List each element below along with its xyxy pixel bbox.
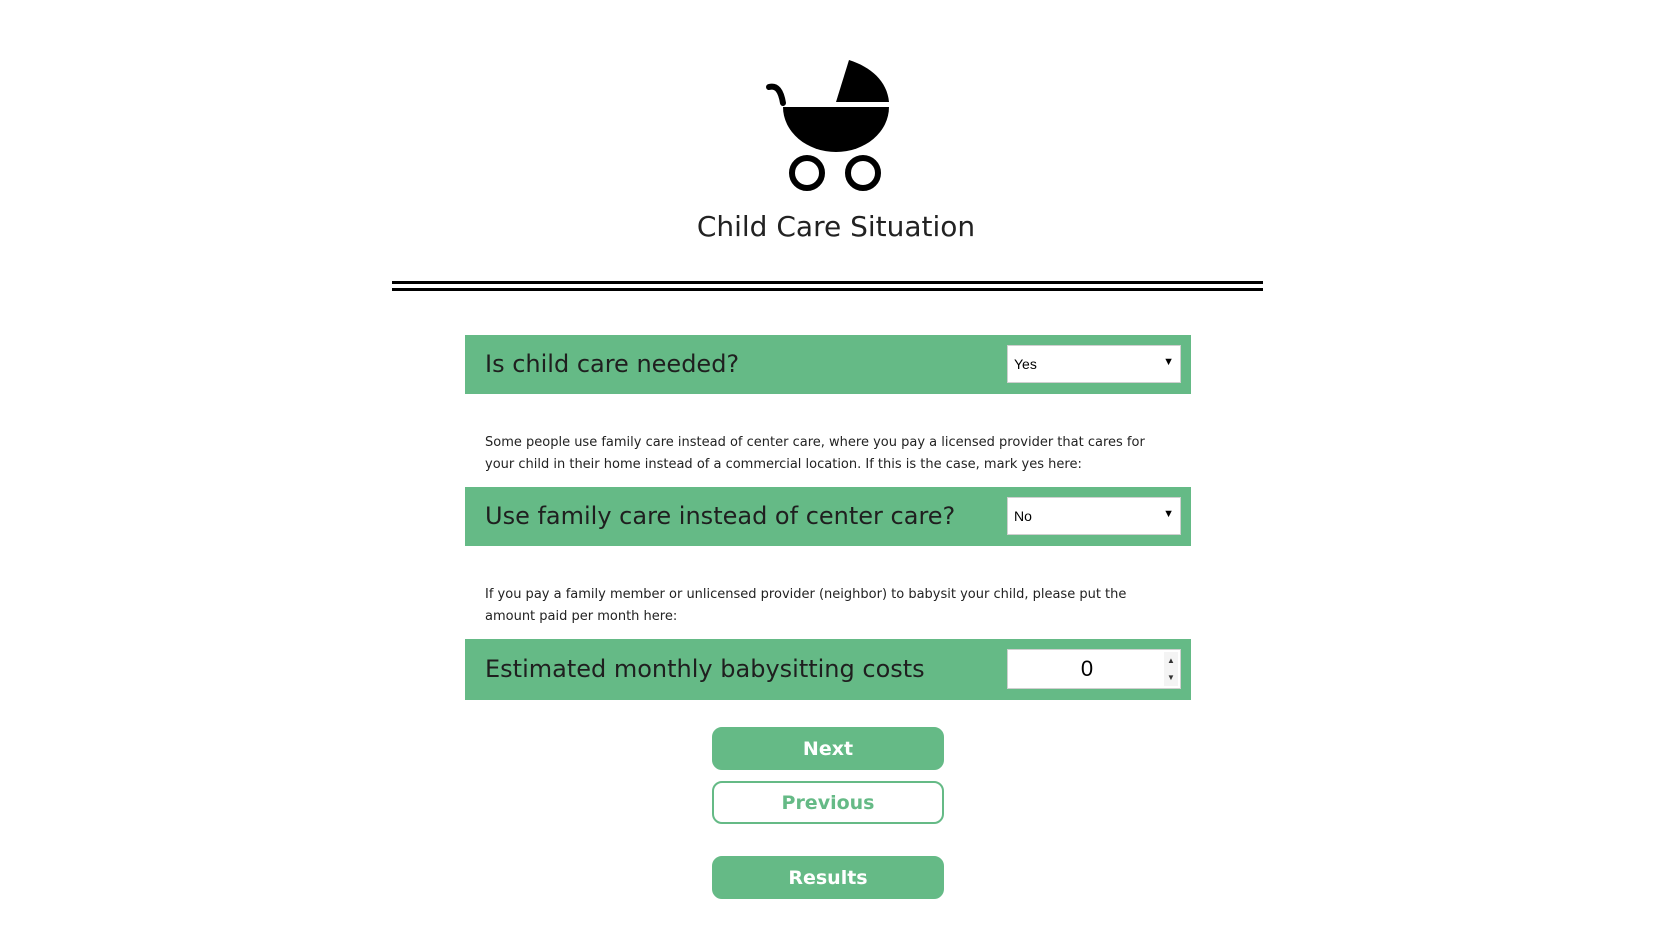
question-family-care: Use family care instead of center care? … bbox=[465, 487, 1191, 546]
section-divider bbox=[392, 281, 1263, 291]
question-babysitting-costs: Estimated monthly babysitting costs 0 ▲ … bbox=[465, 639, 1191, 700]
question-label: Is child care needed? bbox=[485, 350, 740, 378]
question-child-care-needed: Is child care needed? Yes ▼ bbox=[465, 335, 1191, 394]
spin-up-icon[interactable]: ▲ bbox=[1164, 652, 1178, 669]
question-label: Estimated monthly babysitting costs bbox=[485, 655, 925, 683]
previous-button[interactable]: Previous bbox=[712, 781, 944, 824]
babysitting-costs-input[interactable]: 0 ▲ ▼ bbox=[1007, 649, 1181, 689]
select-value: No bbox=[1014, 508, 1032, 524]
baby-stroller-icon bbox=[766, 60, 889, 191]
input-value: 0 bbox=[1080, 656, 1094, 681]
chevron-down-icon: ▼ bbox=[1163, 356, 1174, 368]
family-care-select[interactable]: No ▼ bbox=[1007, 497, 1181, 535]
select-value: Yes bbox=[1014, 356, 1037, 372]
number-spinner: ▲ ▼ bbox=[1164, 652, 1178, 686]
child-care-needed-select[interactable]: Yes ▼ bbox=[1007, 345, 1181, 383]
page-title: Child Care Situation bbox=[696, 210, 976, 243]
page: Child Care Situation Is child care neede… bbox=[0, 0, 1672, 940]
spin-down-icon[interactable]: ▼ bbox=[1164, 669, 1178, 686]
question-label: Use family care instead of center care? bbox=[485, 502, 956, 530]
next-button[interactable]: Next bbox=[712, 727, 944, 770]
family-care-help-text: Some people use family care instead of c… bbox=[485, 435, 1145, 472]
chevron-down-icon: ▼ bbox=[1163, 508, 1174, 520]
babysitting-help-text: If you pay a family member or unlicensed… bbox=[485, 587, 1127, 624]
results-button[interactable]: Results bbox=[712, 856, 944, 899]
